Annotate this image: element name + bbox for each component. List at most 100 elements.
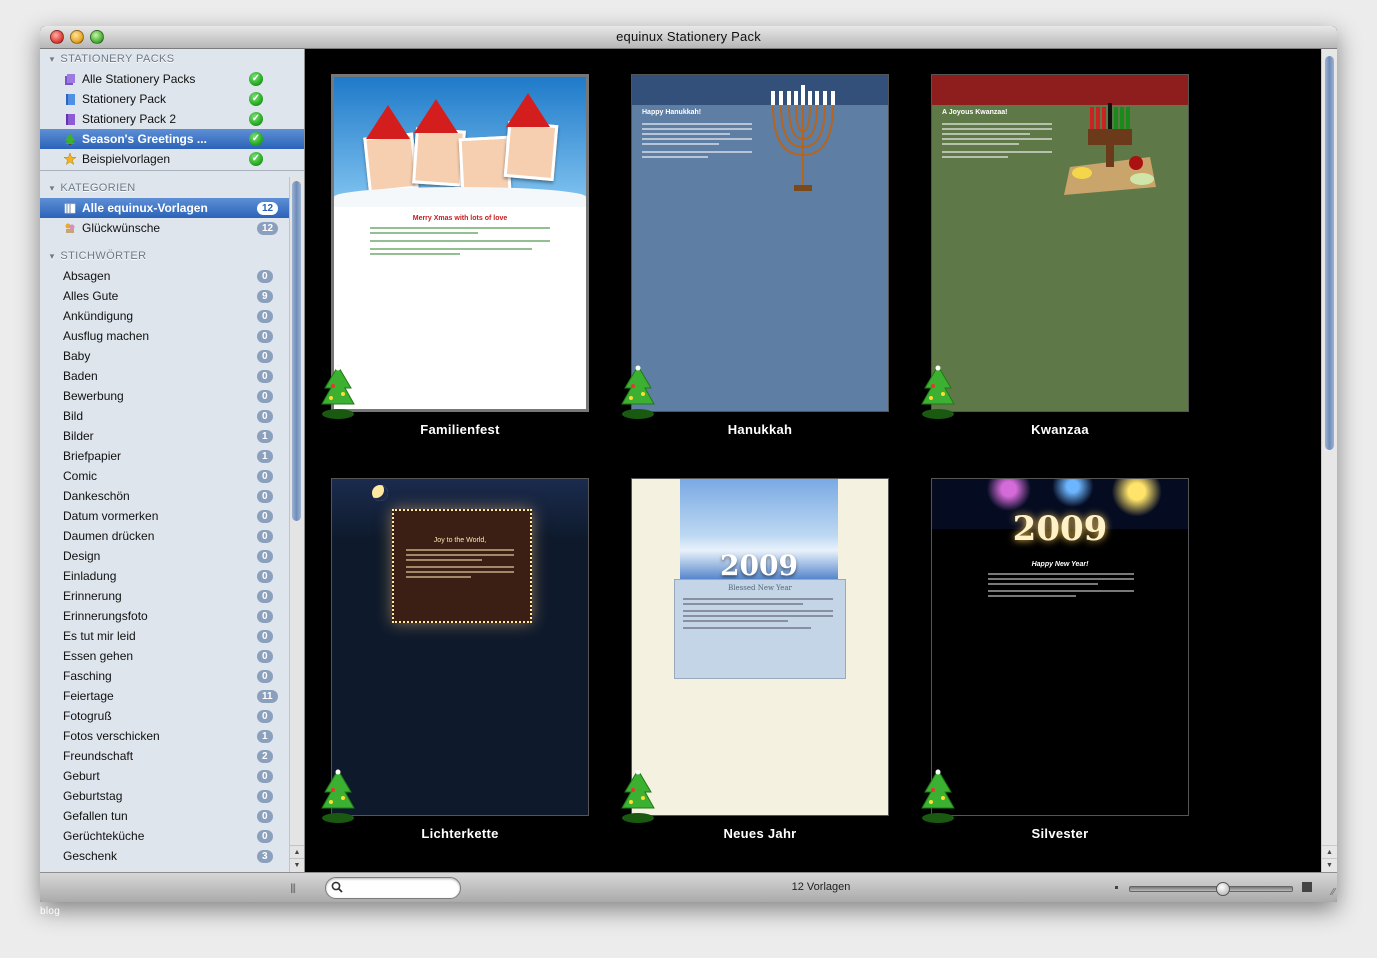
categories-section-header[interactable]: ▼ KATEGORIEN — [40, 178, 304, 198]
keyword-item[interactable]: Freundschaft 2 — [40, 746, 304, 766]
keyword-item[interactable]: Bewerbung 0 — [40, 386, 304, 406]
christmas-tree-icon — [621, 365, 655, 419]
keyword-item[interactable]: Fotogruß 0 — [40, 706, 304, 726]
template-name: Silvester — [1031, 826, 1089, 841]
scroll-up-arrow-icon[interactable]: ▲ — [290, 845, 304, 859]
keyword-item[interactable]: Alles Gute 9 — [40, 286, 304, 306]
keyword-item[interactable]: Gerüchteküche 0 — [40, 826, 304, 846]
zoom-window-button[interactable] — [90, 30, 104, 44]
body-text-lines — [406, 549, 514, 581]
keyword-item[interactable]: Geburt 0 — [40, 766, 304, 786]
scroll-up-arrow-icon[interactable]: ▲ — [1322, 845, 1337, 859]
count-badge: 12 — [257, 222, 279, 235]
count-badge: 0 — [257, 650, 273, 663]
zoom-slider[interactable] — [1129, 882, 1293, 896]
keyword-label: Ankündigung — [63, 309, 134, 323]
keyword-item[interactable]: Feiertage 11 — [40, 686, 304, 706]
sidebar-scrollbar[interactable]: ▲ ▼ — [289, 177, 304, 872]
count-badge: 0 — [257, 590, 273, 603]
star-icon — [64, 153, 76, 165]
template-thumbnail-kwanzaa[interactable]: A Joyous Kwanzaa! — [931, 74, 1189, 412]
keyword-item[interactable]: Dankeschön 0 — [40, 486, 304, 506]
checkmark-icon: ✓ — [249, 92, 263, 106]
template-thumbnail-neues-jahr[interactable]: 2009 Blessed New Year — [631, 478, 889, 816]
keyword-item[interactable]: Bilder 1 — [40, 426, 304, 446]
tree-icon — [65, 133, 75, 145]
keywords-section-header[interactable]: ▼ STICHWÖRTER — [40, 246, 304, 266]
template-thumbnail-silvester[interactable]: 2009 Happy New Year! — [931, 478, 1189, 816]
keyword-label: Geschenk — [63, 849, 118, 863]
keyword-item[interactable]: Fotos verschicken 1 — [40, 726, 304, 746]
disclosure-triangle-icon[interactable]: ▼ — [48, 247, 56, 267]
moon-icon — [372, 485, 388, 501]
content-scrollbar[interactable]: ▲ ▼ — [1321, 49, 1337, 872]
sidebar-scroll-thumb[interactable] — [292, 181, 301, 521]
greeting-icon — [65, 223, 75, 233]
keyword-item[interactable]: Erinnerungsfoto 0 — [40, 606, 304, 626]
keyword-item[interactable]: Geschenk 3 — [40, 846, 304, 866]
keyword-label: Ausflug machen — [63, 329, 150, 343]
child-photo — [412, 127, 466, 187]
template-thumbnail-hanukkah[interactable]: Happy Hanukkah! — [631, 74, 889, 412]
keyword-item[interactable]: Einladung 0 — [40, 566, 304, 586]
count-badge: 12 — [257, 202, 279, 215]
keyword-item[interactable]: Baby 0 — [40, 346, 304, 366]
stationery-pack-item[interactable]: Stationery Pack ✓ — [40, 89, 304, 109]
body-text-lines — [942, 123, 1052, 161]
keyword-item[interactable]: Fasching 0 — [40, 666, 304, 686]
packs-section-header[interactable]: ▼ STATIONERY PACKS — [40, 49, 304, 69]
sidebar: ▼ STATIONERY PACKS Alle Stationery Packs ✓… — [40, 49, 305, 872]
template-thumbnail-lichterkette[interactable]: Joy to the World, — [331, 478, 589, 816]
keyword-item[interactable]: Baden 0 — [40, 366, 304, 386]
content-scroll-thumb[interactable] — [1325, 56, 1334, 450]
keyword-item[interactable]: Geburtstag 0 — [40, 786, 304, 806]
disclosure-triangle-icon[interactable]: ▼ — [48, 179, 56, 199]
count-badge: 0 — [257, 810, 273, 823]
snow-drift — [334, 187, 586, 207]
keyword-item[interactable]: Bild 0 — [40, 406, 304, 426]
keyword-label: Bilder — [63, 429, 94, 443]
splitter-grip-icon[interactable]: ||| — [290, 883, 296, 894]
category-label: Alle equinux-Vorlagen — [82, 201, 208, 215]
count-badge: 0 — [257, 530, 273, 543]
keyword-item[interactable]: Design 0 — [40, 546, 304, 566]
keyword-label: Einladung — [63, 569, 117, 583]
scroll-down-arrow-icon[interactable]: ▼ — [290, 858, 304, 872]
stationery-pack-item[interactable]: Beispielvorlagen ✓ — [40, 149, 304, 169]
resize-grip-icon[interactable]: ⁄⁄ — [1332, 887, 1335, 898]
minimize-window-button[interactable] — [70, 30, 84, 44]
count-badge: 1 — [257, 430, 273, 443]
keyword-item[interactable]: Gefallen tun 0 — [40, 806, 304, 826]
keyword-item[interactable]: Comic 0 — [40, 466, 304, 486]
keyword-item[interactable]: Briefpapier 1 — [40, 446, 304, 466]
count-badge: 0 — [257, 310, 273, 323]
keyword-item[interactable]: Daumen drücken 0 — [40, 526, 304, 546]
stationery-pack-item[interactable]: Alle Stationery Packs ✓ — [40, 69, 304, 89]
keyword-item[interactable]: Ankündigung 0 — [40, 306, 304, 326]
keyword-item[interactable]: Absagen 0 — [40, 266, 304, 286]
template-thumbnail-familienfest[interactable]: Merry Xmas with lots of love — [331, 74, 589, 412]
title-bar[interactable]: equinux Stationery Pack — [40, 26, 1337, 49]
stationery-pack-item[interactable]: Stationery Pack 2 ✓ — [40, 109, 304, 129]
count-badge: 0 — [257, 350, 273, 363]
category-item[interactable]: Alle equinux-Vorlagen 12 — [40, 198, 304, 218]
stationery-pack-item[interactable]: Season's Greetings ... ✓ — [40, 129, 304, 149]
disclosure-triangle-icon[interactable]: ▼ — [48, 50, 56, 70]
keyword-item[interactable]: Es tut mir leid 0 — [40, 626, 304, 646]
santa-hat-icon — [414, 99, 458, 133]
close-window-button[interactable] — [50, 30, 64, 44]
keyword-item[interactable]: Datum vormerken 0 — [40, 506, 304, 526]
pack-label: Stationery Pack 2 — [82, 112, 177, 126]
keyword-item[interactable]: Ausflug machen 0 — [40, 326, 304, 346]
count-badge: 11 — [257, 690, 278, 703]
blue-book-icon — [66, 94, 75, 105]
zoom-in-icon[interactable] — [1302, 882, 1312, 892]
zoom-out-icon[interactable] — [1115, 886, 1118, 889]
keyword-item[interactable]: Essen gehen 0 — [40, 646, 304, 666]
child-photo — [458, 135, 512, 195]
window-title: equinux Stationery Pack — [616, 29, 761, 44]
category-item[interactable]: Glückwünsche 12 — [40, 218, 304, 238]
keyword-item[interactable]: Erinnerung 0 — [40, 586, 304, 606]
scroll-down-arrow-icon[interactable]: ▼ — [1322, 858, 1337, 872]
count-badge: 1 — [257, 450, 273, 463]
